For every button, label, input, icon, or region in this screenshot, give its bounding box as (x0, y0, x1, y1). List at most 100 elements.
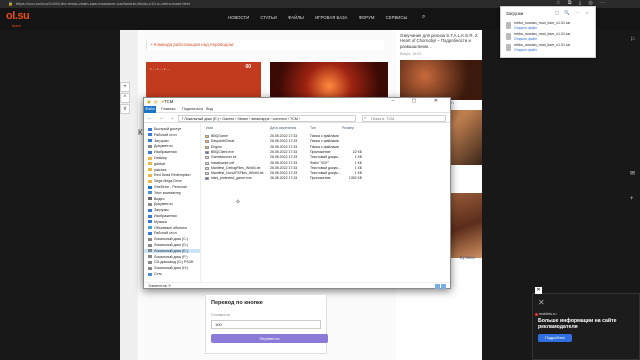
file-row[interactable]: BBQGame 26.08.2022 17:33 Папка с файлами (202, 134, 450, 139)
nav-item-news[interactable]: НОВОСТИ (228, 15, 249, 20)
share-icon[interactable]: ⚐ (630, 36, 635, 43)
article-title[interactable]: Озвучание для релиза S.T.A.L.K.E.R. 2: H… (400, 33, 482, 49)
download-item[interactable]: mhbu_russian_mod_ksm_v1.01.rar Открыть ф… (506, 43, 592, 53)
chevron-down-icon[interactable]: v (120, 104, 130, 114)
nav-item[interactable]: Загрузки (148, 208, 168, 212)
nav-item[interactable]: patches (148, 168, 167, 172)
column-date[interactable]: Дата изменения (270, 126, 296, 130)
ad-logo-icon: ✕ (538, 298, 545, 307)
nav-item[interactable]: CD-дисковод (G:) PS3H (148, 260, 193, 264)
nav-item-files[interactable]: ФАЙЛЫ (288, 15, 304, 20)
search-input[interactable]: Поиск в: TCM (362, 115, 446, 122)
card-badge: 00 (245, 64, 251, 70)
window-controls[interactable]: – ▢ ✕ (392, 98, 446, 104)
file-row[interactable]: Manifest_NonUFSFiles_Win64.txt 26.08.2022… (202, 171, 450, 176)
app-icon (205, 177, 209, 181)
news-card-2[interactable] (270, 62, 388, 102)
explorer-statusbar: Элементов: 9 (144, 282, 450, 289)
nav-item[interactable]: Sega Mega Drive (148, 179, 182, 183)
downloads-actions[interactable]: ▢ 🔍 ⋯ ☆ (555, 10, 591, 16)
ribbon-tab-share[interactable]: Поделиться (182, 107, 203, 111)
ad-more-button[interactable]: Подробнее (538, 334, 572, 342)
search-icon[interactable]: ⌕ (422, 14, 425, 21)
nav-item[interactable]: Документы (148, 202, 173, 206)
nav-item[interactable]: Рабочий стол (148, 133, 177, 137)
cloud-icon (148, 185, 152, 189)
nav-item[interactable]: Desktop (148, 156, 167, 160)
nav-item[interactable]: gdirbat (148, 162, 165, 166)
documents-icon (148, 202, 152, 206)
ribbon-tab-file[interactable]: Файл (144, 106, 156, 113)
file-date: 26.08.2022 17:33 (270, 165, 298, 170)
download-item[interactable]: mhbu_russian_mod_ksm_v1.01.rar Открыть ф… (506, 32, 592, 42)
plus-icon[interactable]: + (630, 196, 634, 202)
nav-item-label: Локальный диск (D:) (154, 243, 189, 247)
nav-item[interactable]: Локальный диск (E:) (144, 248, 200, 253)
chat-icon[interactable]: ✉ (630, 170, 635, 177)
file-row[interactable]: Gamelauncer.ini 26.08.2022 17:33 Текстовый… (202, 155, 450, 160)
nav-item-forum[interactable]: ФОРУМ (359, 15, 375, 20)
ad-title[interactable]: Больше информации на сайте рекламодателя (538, 318, 638, 330)
url-field[interactable]: https://ooo.su/ooo/11494-the-texas-chain… (16, 1, 190, 6)
nav-item[interactable]: Изображения (148, 214, 177, 218)
path-bar[interactable]: › Локальный диск (E:) › Games › Steam › … (178, 115, 356, 122)
nav-item[interactable]: OneDrive - Personal (148, 185, 187, 189)
column-name[interactable]: Имя (206, 126, 213, 130)
quick-access-toolbar[interactable]: ▣ ▤ ▼ (147, 99, 166, 104)
nav-item-label: Локальный диск (H:) (154, 266, 189, 271)
close-icon[interactable]: ✕ (535, 287, 542, 294)
nav-item[interactable]: Изображения (148, 150, 177, 154)
news-card-1[interactable]: • ... • ... • ... 00 (146, 62, 261, 102)
transfer-button[interactable]: Перевести (211, 334, 328, 343)
nav-item[interactable]: Музыка (148, 220, 167, 224)
nav-item[interactable]: Сеть (148, 272, 162, 276)
file-row[interactable]: Manifest_DebugFiles_Win64.txt 26.08.2022 … (202, 166, 450, 171)
nav-item[interactable]: Документы (148, 144, 173, 148)
open-file-link[interactable]: Открыть файл (514, 26, 537, 30)
explorer-ribbon: Файл Главная Поделиться Вид (144, 106, 450, 113)
download-item[interactable]: mhbu_russian_mod_ksm_v1.01.rar Открыть ф… (506, 21, 592, 31)
file-row[interactable]: BBQClient.exe 26.08.2022 17:33 Приложение 2… (202, 150, 450, 155)
nav-item-services[interactable]: СЕРВИСЫ (386, 15, 408, 20)
article-link-4[interactable]: by miku (460, 255, 475, 260)
computer-icon (148, 191, 152, 195)
site-logo[interactable]: ol.su (6, 10, 30, 22)
file-row[interactable]: Engine 26.08.2022 17:33 Папка с файлами (202, 145, 450, 150)
view-toggle[interactable] (434, 284, 446, 289)
nav-item[interactable]: Локальный диск (H:) (148, 266, 188, 270)
open-file-link[interactable]: Открыть файл (514, 48, 537, 52)
file-row[interactable]: EasyAntiCheat 26.08.2022 17:33 Папка с фай… (202, 139, 450, 144)
column-size[interactable]: Размер (342, 126, 354, 130)
file-date: 26.08.2022 17:33 (270, 134, 298, 138)
nav-item-label: Изображения (154, 150, 177, 155)
nav-item[interactable]: Red Dead Redemption (148, 173, 191, 177)
column-type[interactable]: Тип (310, 126, 316, 130)
nav-item[interactable]: Локальный диск (F:) (148, 255, 188, 259)
ribbon-tab-home[interactable]: Главная (161, 107, 175, 111)
file-row[interactable]: start_protected_game.exe 26.08.2022 17:33… (202, 176, 450, 181)
nav-item[interactable]: Загрузки (148, 139, 168, 143)
nav-item[interactable]: Быстрый доступ (148, 127, 181, 131)
nav-item[interactable]: Этот компьютер (148, 191, 181, 195)
disc-icon (148, 260, 152, 264)
nav-item-label: Локальный диск (E:) (154, 248, 188, 253)
chevron-up-icon[interactable]: ^ (120, 93, 130, 103)
nav-item[interactable]: Локальный диск (C:) (148, 237, 188, 241)
amount-input[interactable]: 100 (211, 320, 321, 329)
nav-item[interactable]: Локальный диск (D:) (148, 243, 188, 247)
file-row[interactable]: installscript.vdf 26.08.2022 17:33 Файл "V… (202, 161, 450, 166)
article-image-1[interactable] (400, 60, 482, 100)
ribbon-tab-view[interactable]: Вид (206, 107, 213, 111)
nav-item-articles[interactable]: СТАТЬИ (260, 15, 277, 20)
nav-item[interactable]: Рабочий стол (148, 231, 177, 235)
nav-item[interactable]: Объемные объекты (148, 226, 187, 230)
open-file-link[interactable]: Открыть файл (514, 37, 537, 41)
pictures-icon (148, 150, 152, 154)
zoom-in-button[interactable]: + (120, 82, 130, 92)
nav-item-gamebase[interactable]: ИГРОВАЯ БАЗА (315, 15, 347, 20)
ad-source-dot (535, 313, 538, 316)
nav-item-label: Объемные объекты (154, 225, 188, 230)
download-filename: mhbu_russian_mod_ksm_v1.01.rar (514, 32, 571, 36)
nav-item[interactable]: Видео (148, 197, 165, 201)
site-logo-sub: team (12, 23, 21, 28)
